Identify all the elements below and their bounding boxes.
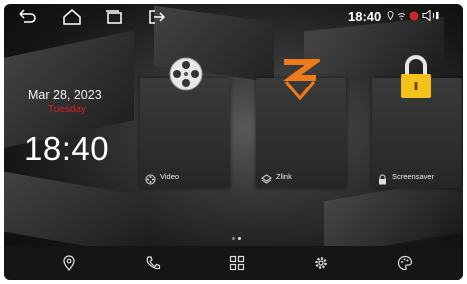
home-screen: 18:40 Mar 28, 2023 Tuesday 18:40 Video Z… [4,4,463,280]
exit-icon[interactable] [146,8,168,26]
zlink-small-icon [261,172,272,184]
weekday-label: Tuesday [48,104,86,115]
status-time: 18:40 [348,9,382,24]
film-small-icon [145,172,156,185]
app-card-zlink[interactable]: Zlink [256,59,346,188]
date-label: Mar 28, 2023 [28,88,102,102]
recent-apps-icon[interactable] [103,8,125,26]
home-icon[interactable] [61,8,83,26]
phone-icon[interactable] [145,255,161,271]
record-icon [409,11,419,20]
clock-time: 18:40 [24,130,110,167]
lock-small-icon [377,172,388,185]
page-dot[interactable] [232,237,235,240]
settings-icon[interactable] [313,255,329,271]
location-icon [387,11,394,20]
background-block [4,171,144,257]
zlink-icon [280,58,324,105]
wifi-icon [397,12,406,20]
theme-icon[interactable] [397,255,413,271]
film-reel-icon [168,56,204,97]
navigation-icon[interactable] [61,255,77,272]
volume-icon[interactable] [422,10,440,21]
lock-icon [398,54,434,105]
app-card-video[interactable]: Video [140,57,230,188]
app-label-zlink: Zlink [276,172,292,181]
apps-grid-icon[interactable] [229,255,245,271]
status-indicators [387,10,440,21]
app-label-video: Video [160,172,180,181]
app-label-screensaver: Screensaver [392,172,435,181]
bottom-dock [4,246,463,280]
page-dot-active[interactable] [238,237,241,240]
page-indicator [232,237,241,240]
background-block [324,176,463,257]
status-bar: 18:40 [4,4,463,30]
back-icon[interactable] [16,8,38,26]
app-card-screensaver[interactable]: Screensaver [372,55,462,188]
